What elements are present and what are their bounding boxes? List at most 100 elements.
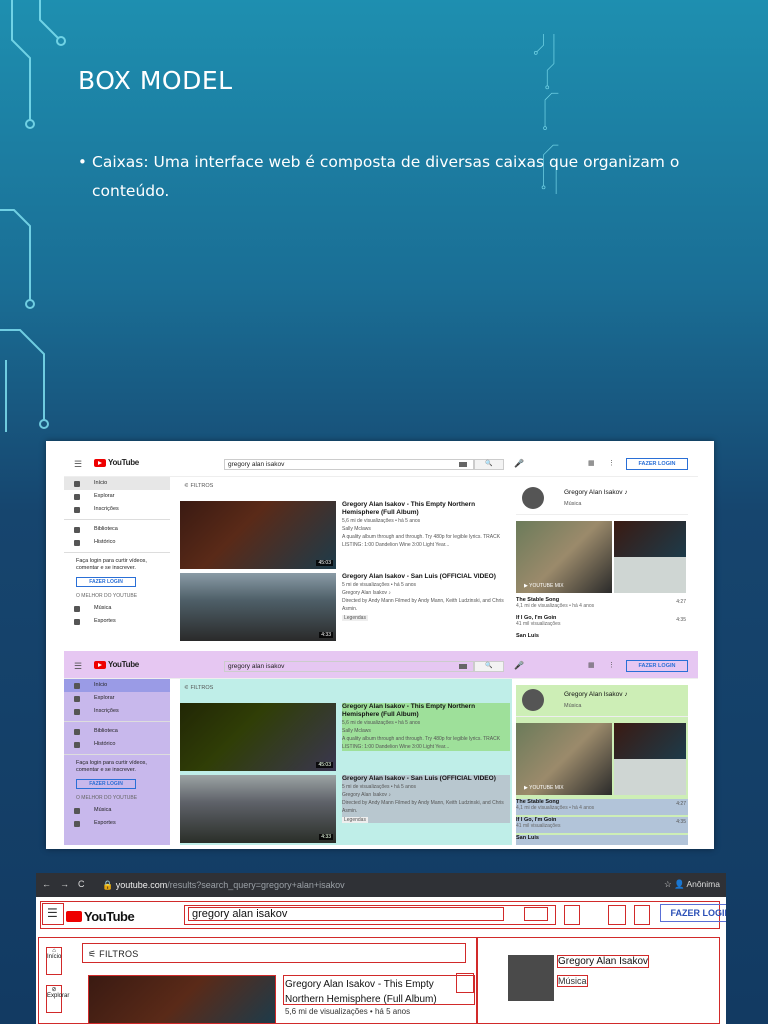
more-vert-icon[interactable] [634, 905, 650, 925]
sidebar-item-inicio[interactable]: Início [64, 679, 170, 692]
sidebar-item-esportes[interactable]: Esportes [64, 615, 170, 628]
video-thumbnail[interactable]: 4:33 [180, 573, 336, 641]
video-meta: Gregory Alan Isakov - San Luis (OFFICIAL… [342, 775, 510, 823]
video-title[interactable]: Gregory Alan Isakov - This Empty Norther… [342, 501, 510, 517]
video-result[interactable]: 45:03 Gregory Alan Isakov - This Empty N… [180, 501, 512, 569]
menu-icon[interactable]: ☰ [74, 459, 82, 470]
video-result[interactable]: 4:33 Gregory Alan Isakov - San Luis (OFF… [180, 775, 512, 843]
video-title[interactable]: Gregory Alan Isakov - San Luis (OFFICIAL… [342, 573, 510, 581]
sidebar-login-button[interactable]: FAZER LOGIN [76, 779, 136, 789]
sidebar-item-inicio[interactable]: Início [64, 477, 170, 490]
login-button[interactable]: FAZER LOGIN [626, 458, 688, 470]
filters-button[interactable]: ⚟ FILTROS [180, 685, 213, 691]
channel-avatar[interactable] [508, 955, 554, 1001]
apps-grid-icon[interactable] [608, 905, 626, 925]
apps-grid-icon[interactable]: ▦ [588, 459, 595, 467]
search-button[interactable]: 🔍 [474, 661, 504, 672]
channel-subtitle: Música [564, 703, 582, 709]
sidebar-item-explorar[interactable]: ⊘ Explorar [46, 985, 69, 1013]
login-button[interactable]: FAZER LOGIN [660, 904, 726, 922]
song-item[interactable]: The Stable Song 4,1 mi de visualizações •… [516, 799, 688, 815]
keyboard-icon[interactable] [459, 462, 467, 467]
divider [64, 721, 170, 722]
compass-icon [74, 494, 80, 500]
mix-thumbnail-small[interactable] [614, 557, 686, 593]
video-title[interactable]: Gregory Alan Isakov - San Luis (OFFICIAL… [342, 775, 510, 783]
filters-button[interactable]: ⚟ FILTROS [88, 949, 139, 960]
youtube-mix-thumbnail[interactable]: ▶ YOUTUBE MIX [516, 723, 612, 795]
mix-thumbnail-small[interactable] [614, 521, 686, 557]
video-thumbnail[interactable]: 45:03 [180, 703, 336, 771]
channel-card[interactable]: Gregory Alan Isakov ♪ Música [516, 483, 688, 515]
sidebar-item-biblioteca[interactable]: Biblioteca [64, 725, 170, 738]
menu-icon[interactable]: ☰ [74, 661, 82, 672]
search-button[interactable] [524, 907, 548, 921]
sidebar-item-explorar[interactable]: Explorar [64, 692, 170, 705]
mix-thumbnail-small[interactable] [614, 759, 686, 795]
sidebar-item-inicio[interactable]: ⌂ Início [46, 947, 62, 975]
channel-name[interactable]: Gregory Alan Isakov [557, 955, 650, 968]
youtube-page-highlighted: ☰ YouTube gregory alan isakov 🔍 🎤 ▦ ⋮ FA… [64, 651, 698, 845]
filters-button[interactable]: ⚟ FILTROS [180, 483, 213, 489]
microphone-icon[interactable] [564, 905, 580, 925]
search-input[interactable]: gregory alan isakov [224, 459, 474, 470]
keyboard-icon[interactable] [459, 664, 467, 669]
sidebar-item-inscricoes[interactable]: Inscrições [64, 705, 170, 718]
video-meta: Gregory Alan Isakov - This Empty Norther… [342, 501, 510, 549]
apps-grid-icon[interactable]: ▦ [588, 661, 595, 669]
sidebar-item-historico[interactable]: Histórico [64, 536, 170, 549]
sidebar-item-musica[interactable]: Música [64, 602, 170, 615]
video-channel[interactable]: Gregory Alan Isakov ♪ [342, 791, 510, 799]
search-input[interactable]: gregory alan isakov [224, 661, 474, 672]
video-channel[interactable]: Sally Mclaws [342, 525, 510, 533]
more-vert-icon[interactable] [456, 973, 474, 993]
video-channel[interactable]: Gregory Alan Isakov ♪ [342, 589, 510, 597]
sidebar-login-button[interactable]: FAZER LOGIN [76, 577, 136, 587]
channel-card[interactable]: Gregory Alan Isakov ♪ Música [516, 685, 688, 717]
sidebar-item-inscricoes[interactable]: Inscrições [64, 503, 170, 516]
sidebar-item-explorar[interactable]: Explorar [64, 490, 170, 503]
trophy-icon [74, 619, 80, 625]
sidebar-item-esportes[interactable]: Esportes [64, 817, 170, 830]
more-vert-icon[interactable]: ⋮ [608, 459, 615, 467]
video-result[interactable]: 45:03 Gregory Alan Isakov - This Empty N… [180, 703, 512, 771]
search-button[interactable]: 🔍 [474, 459, 504, 470]
mix-thumbnail-small[interactable] [614, 723, 686, 759]
youtube-logo[interactable]: YouTube [66, 909, 135, 924]
video-title[interactable]: Gregory Alan Isakov - This Empty Norther… [342, 703, 510, 719]
song-item[interactable]: San Luis [516, 633, 688, 643]
song-item[interactable]: If I Go, I'm Goin 41 mil visualizações 4:3… [516, 615, 688, 631]
browser-screenshot: ←→C 🔒 youtube.com/results?search_query=g… [36, 873, 726, 1024]
channel-avatar[interactable] [522, 689, 544, 711]
channel-avatar[interactable] [522, 487, 544, 509]
sidebar: Início Explorar Inscrições Biblioteca Hi… [64, 679, 170, 845]
incognito-indicator[interactable]: ☆ 👤 Anônima [664, 879, 720, 890]
video-description: Directed by Andy Mann Filmed by Andy Man… [342, 800, 504, 814]
song-item[interactable]: San Luis [516, 835, 688, 845]
video-thumbnail[interactable]: 4:33 [180, 775, 336, 843]
sidebar-item-historico[interactable]: Histórico [64, 738, 170, 751]
youtube-mix-thumbnail[interactable]: ▶ YOUTUBE MIX [516, 521, 612, 593]
login-button[interactable]: FAZER LOGIN [626, 660, 688, 672]
video-result[interactable]: 4:33 Gregory Alan Isakov - San Luis (OFF… [180, 573, 512, 641]
youtube-logo[interactable]: YouTube [94, 660, 139, 669]
youtube-logo[interactable]: YouTube [94, 458, 139, 467]
search-input[interactable]: gregory alan isakov [188, 907, 504, 921]
sidebar-item-musica[interactable]: Música [64, 804, 170, 817]
sidebar-item-biblioteca[interactable]: Biblioteca [64, 523, 170, 536]
more-vert-icon[interactable]: ⋮ [608, 661, 615, 669]
video-channel[interactable]: Sally Mclaws [342, 727, 510, 735]
microphone-icon[interactable]: 🎤 [514, 661, 524, 670]
youtube-play-icon [66, 911, 82, 922]
bullet-text: Caixas: Uma interface web é composta de … [92, 153, 680, 200]
song-item[interactable]: The Stable Song 4,1 mi de visualizações •… [516, 597, 688, 613]
video-description: A quality album through and through. Try… [342, 736, 501, 750]
nav-buttons[interactable]: ←→C [42, 879, 94, 889]
channel-name[interactable]: Gregory Alan Isakov ♪ [564, 691, 628, 698]
channel-name[interactable]: Gregory Alan Isakov ♪ [564, 489, 628, 496]
video-thumbnail[interactable]: 45:03 [180, 501, 336, 569]
video-thumbnail[interactable] [88, 975, 276, 1024]
address-bar[interactable]: 🔒 youtube.com/results?search_query=grego… [94, 877, 654, 893]
song-item[interactable]: If I Go, I'm Goin 41 mil visualizações 4:3… [516, 817, 688, 833]
microphone-icon[interactable]: 🎤 [514, 459, 524, 468]
